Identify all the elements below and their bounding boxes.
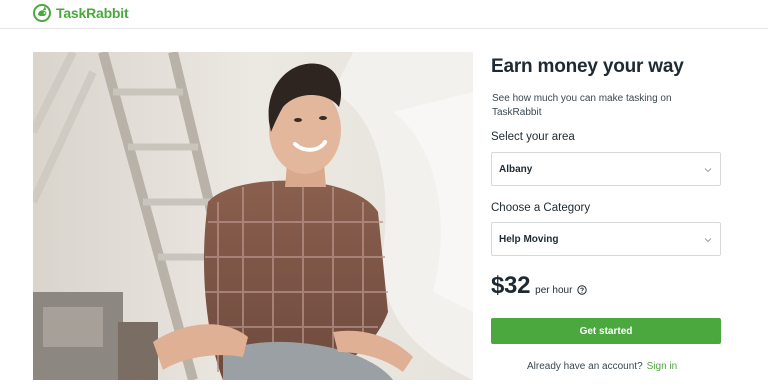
rabbit-logo-icon [33,4,51,22]
area-label: Select your area [491,131,575,143]
logo-text: TaskRabbit [56,5,129,21]
chevron-down-icon [704,168,712,173]
signin-row: Already have an account? Sign in [527,361,677,372]
sign-in-link[interactable]: Sign in [647,361,678,372]
hero-photo [33,52,473,380]
category-select[interactable]: Help Moving [491,222,721,256]
price-display: $32 per hour [491,272,588,302]
category-label: Choose a Category [491,202,591,214]
category-select-value: Help Moving [499,234,559,245]
area-select-value: Albany [499,164,533,175]
hero-image [33,52,473,380]
per-hour-label: per hour [535,285,573,296]
hourly-price: $32 [491,272,531,299]
page-subtitle: See how much you can make tasking on Tas… [492,93,672,118]
taskrabbit-logo[interactable]: TaskRabbit [32,3,129,23]
get-started-button[interactable]: Get started [491,318,721,344]
top-header: TaskRabbit [0,0,768,29]
chevron-down-icon [704,238,712,243]
help-circle-icon[interactable] [577,285,588,295]
area-select[interactable]: Albany [491,152,721,186]
signin-prompt: Already have an account? [527,361,643,372]
page-title: Earn money your way [491,56,684,77]
